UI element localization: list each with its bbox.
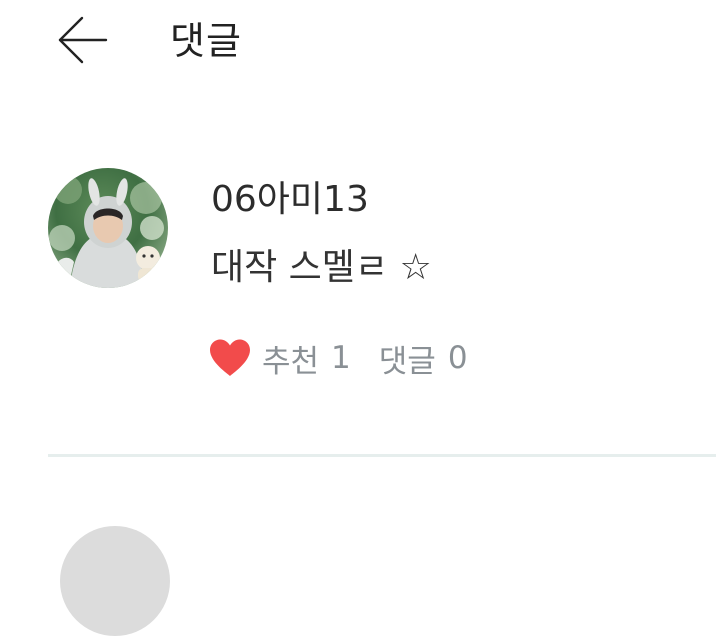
like-count: 1 <box>331 340 351 376</box>
comment-username[interactable]: 06아미13 <box>211 178 369 222</box>
heart-icon <box>210 339 250 376</box>
header-bar: 댓글 <box>0 0 716 86</box>
page-title: 댓글 <box>170 19 242 63</box>
comment-text: 대작 스멜ㄹ ☆ <box>211 247 432 288</box>
avatar[interactable] <box>60 526 170 636</box>
divider <box>48 454 716 457</box>
avatar-image <box>48 168 168 288</box>
reply-label: 댓글 <box>378 343 436 380</box>
like-label: 추천 <box>262 343 320 380</box>
avatar[interactable] <box>48 168 168 288</box>
back-button[interactable] <box>56 14 110 68</box>
arrow-left-icon <box>58 16 108 64</box>
comment-actions: 추천 1 댓글 0 <box>208 334 468 382</box>
like-button[interactable]: 추천 1 <box>208 336 351 381</box>
reply-button[interactable]: 댓글 0 <box>379 336 468 381</box>
comment-item: 06아미13 대작 스멜ㄹ ☆ 추천 1 댓글 0 <box>0 160 716 400</box>
reply-count: 0 <box>447 340 468 376</box>
